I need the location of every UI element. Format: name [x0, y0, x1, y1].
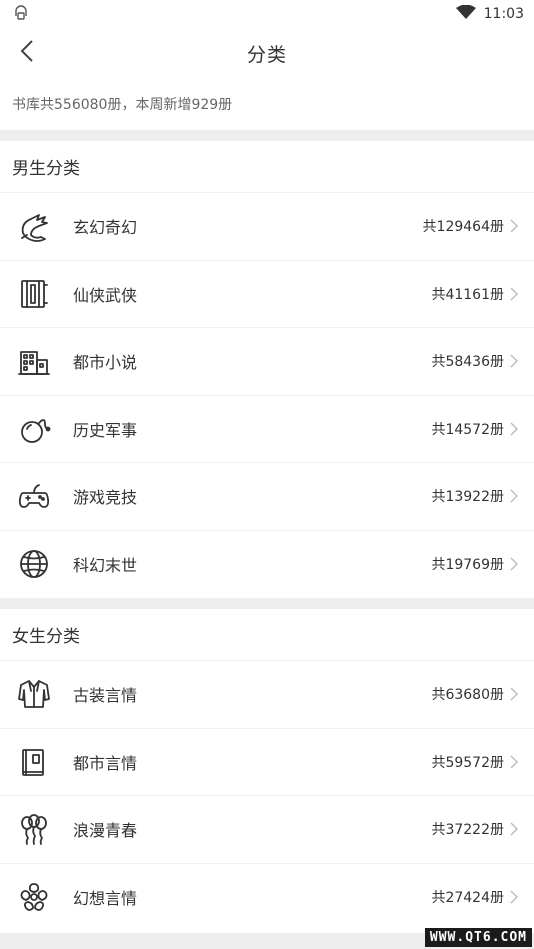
category-count: 共27424册: [431, 890, 504, 907]
status-bar: 11:03: [0, 0, 534, 28]
flower-icon: [16, 879, 52, 915]
watermark: WWW.QT6.COM: [424, 928, 532, 947]
section-title-female: 女生分类: [0, 609, 534, 661]
nav-bar: 分类: [0, 28, 534, 78]
chevron-right-icon: [510, 822, 518, 836]
status-right: 11:03: [455, 4, 524, 23]
category-count: 共58436册: [431, 354, 504, 371]
category-row[interactable]: 仙侠武侠 共41161册: [0, 261, 534, 328]
page-title: 分类: [246, 43, 287, 66]
category-count: 共41161册: [431, 286, 504, 303]
category-count: 共63680册: [431, 687, 504, 704]
category-row[interactable]: 玄幻奇幻 共129464册: [0, 193, 534, 261]
city-buildings-icon: [16, 343, 52, 379]
category-row[interactable]: 历史军事 共14572册: [0, 396, 534, 463]
female-section: 女生分类 古装言情 共63680册都市言情 共59572册浪漫青春 共37222册幻想…: [0, 609, 534, 931]
category-name: 古装言情: [73, 686, 138, 706]
scroll-book-icon: [16, 276, 52, 312]
category-name: 历史军事: [73, 420, 138, 440]
back-button[interactable]: [10, 36, 44, 70]
category-row[interactable]: 浪漫青春 共37222册: [0, 796, 534, 864]
category-name: 玄幻奇幻: [73, 218, 138, 238]
category-row[interactable]: 古装言情 共63680册: [0, 661, 534, 729]
chevron-right-icon: [510, 422, 518, 436]
bomb-icon: [16, 411, 52, 447]
category-row[interactable]: 都市小说 共58436册: [0, 328, 534, 396]
male-section: 男生分类 玄幻奇幻 共129464册仙侠武侠 共41161册都市小说 共58436册历…: [0, 141, 534, 598]
balloons-icon: [16, 811, 52, 847]
gamepad-icon: [16, 478, 52, 514]
category-row[interactable]: 科幻末世 共19769册: [0, 531, 534, 599]
chevron-right-icon: [510, 219, 518, 233]
chevron-right-icon: [510, 354, 518, 368]
category-count: 共59572册: [431, 754, 504, 771]
category-count: 共19769册: [431, 557, 504, 574]
library-summary: 书库共556080册，本周新增929册: [12, 97, 233, 113]
notification-icon: [12, 3, 30, 25]
section-divider: [0, 130, 534, 141]
category-count: 共129464册: [422, 219, 504, 236]
chevron-right-icon: [510, 489, 518, 503]
category-name: 科幻末世: [73, 556, 138, 576]
category-name: 幻想言情: [73, 889, 138, 909]
chevron-right-icon: [510, 687, 518, 701]
status-time: 11:03: [483, 6, 524, 22]
status-left: [12, 3, 30, 25]
category-count: 共14572册: [431, 421, 504, 438]
chevron-right-icon: [510, 557, 518, 571]
chevron-right-icon: [510, 287, 518, 301]
category-name: 都市言情: [73, 753, 138, 773]
female-category-list: 古装言情 共63680册都市言情 共59572册浪漫青春 共37222册幻想言情 共27…: [0, 661, 534, 931]
category-row[interactable]: 都市言情 共59572册: [0, 729, 534, 796]
robe-icon: [16, 676, 52, 712]
category-name: 仙侠武侠: [73, 285, 138, 305]
category-count: 共37222册: [431, 822, 504, 839]
category-row[interactable]: 幻想言情 共27424册: [0, 864, 534, 932]
category-count: 共13922册: [431, 489, 504, 506]
section-title-male: 男生分类: [0, 141, 534, 193]
globe-icon: [16, 546, 52, 582]
chevron-right-icon: [510, 890, 518, 904]
category-name: 游戏竞技: [73, 488, 138, 508]
category-name: 浪漫青春: [73, 821, 138, 841]
back-arrow-icon: [20, 39, 34, 67]
dragon-icon: [16, 208, 52, 244]
male-category-list: 玄幻奇幻 共129464册 仙侠武侠 共41161册 都市小说 共58436册 历史军事 共1…: [0, 193, 534, 598]
section-divider: [0, 598, 534, 609]
chevron-right-icon: [510, 755, 518, 769]
category-row[interactable]: 游戏竞技 共13922册: [0, 463, 534, 531]
book-icon: [16, 744, 52, 780]
category-name: 都市小说: [73, 353, 138, 373]
wifi-icon: [455, 4, 476, 23]
